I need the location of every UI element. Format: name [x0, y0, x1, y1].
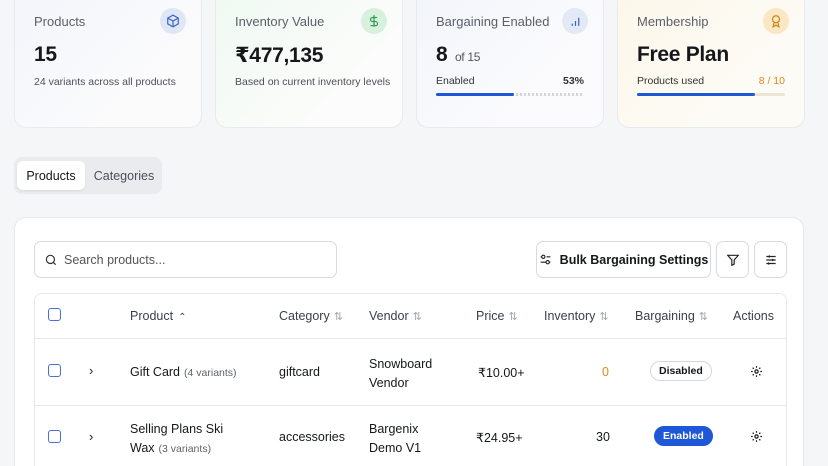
bargaining-stat-value: 8 of 15	[436, 43, 481, 66]
column-header-actions: Actions	[733, 309, 774, 323]
bargaining-progress-fill	[436, 93, 515, 96]
column-header-bargaining[interactable]: Bargaining ⇅	[635, 309, 708, 323]
membership-stat-label: Membership	[637, 14, 709, 29]
product-inventory: 30	[596, 430, 610, 444]
membership-progress-count: 8 / 10	[758, 75, 785, 87]
table-header-row: Product ⌃ Category ⇅ Vendor ⇅ Price ⇅ Invent…	[35, 294, 786, 339]
search-icon	[45, 254, 57, 265]
gear-icon[interactable]	[750, 430, 763, 448]
bargaining-stat-label: Bargaining Enabled	[436, 14, 550, 29]
sort-icon: ⇅	[508, 311, 518, 323]
product-category: accessories	[279, 430, 345, 444]
products-stat-label: Products	[34, 14, 86, 29]
membership-progress-fill	[637, 93, 756, 96]
tab-categories[interactable]: Categories	[88, 161, 160, 190]
award-icon	[763, 8, 789, 34]
membership-stat-card: Membership Free Plan Products used 8 / 1…	[617, 0, 805, 128]
bargaining-stat-card: Bargaining Enabled 8 of 15 Enabled 53%	[416, 0, 604, 128]
inventory-stat-sub: Based on current inventory levels	[235, 76, 391, 88]
table-row: › Gift Card (4 variants) giftcard Snowboa…	[35, 339, 786, 406]
bulk-bargaining-settings-button[interactable]: Bulk Bargaining Settings	[536, 241, 711, 278]
bargaining-progress-percent: 53%	[562, 75, 584, 87]
inventory-stat-label: Inventory Value	[235, 14, 325, 29]
membership-progress-bar	[637, 93, 785, 96]
filter-button[interactable]	[716, 241, 749, 278]
bulk-bargaining-settings-label: Bulk Bargaining Settings	[559, 252, 709, 267]
bargaining-status-badge[interactable]: Disabled	[650, 361, 712, 381]
row-checkbox[interactable]	[48, 430, 61, 443]
products-table: Product ⌃ Category ⇅ Vendor ⇅ Price ⇅ Invent…	[34, 293, 787, 466]
chevron-right-icon[interactable]: ›	[89, 363, 93, 378]
bargaining-progress-labels: Enabled 53%	[436, 75, 584, 87]
product-name[interactable]: Gift Card (4 variants)	[130, 365, 237, 379]
select-all-checkbox[interactable]	[48, 308, 61, 321]
search-box[interactable]	[34, 241, 337, 278]
bargaining-stat-total: of 15	[454, 50, 481, 64]
column-header-category[interactable]: Category ⇅	[279, 309, 343, 323]
bargaining-progress-label: Enabled	[436, 75, 475, 87]
stats-cards: Products 15 24 variants across all produ…	[0, 0, 828, 128]
bargaining-status-badge[interactable]: Enabled	[654, 426, 713, 446]
inventory-stat-value: ₹477,135	[235, 44, 324, 67]
bargaining-progress-bar	[436, 93, 584, 96]
product-price: ₹24.95+	[476, 431, 523, 445]
product-name[interactable]: Selling Plans Ski Wax (3 variants)	[130, 420, 223, 459]
sort-icon: ⇅	[412, 311, 422, 323]
inventory-stat-card: Inventory Value ₹477,135 Based on curren…	[215, 0, 403, 128]
search-input[interactable]	[64, 252, 314, 267]
table-row: › Selling Plans Ski Wax (3 variants) acces…	[35, 406, 786, 466]
sort-icon: ⇅	[698, 311, 708, 323]
gear-icon[interactable]	[750, 365, 763, 383]
filter-icon	[725, 254, 740, 266]
sort-icon: ⇅	[333, 311, 343, 323]
sliders-icon	[540, 254, 551, 265]
columns-settings-button[interactable]	[754, 241, 787, 278]
column-header-inventory[interactable]: Inventory ⇅	[544, 309, 609, 323]
products-stat-sub: 24 variants across all products	[34, 76, 176, 88]
bar-chart-icon	[562, 8, 588, 34]
variant-count: (4 variants)	[184, 367, 237, 379]
dollar-icon	[361, 8, 387, 34]
membership-stat-value: Free Plan	[637, 43, 729, 66]
products-stat-card: Products 15 24 variants across all produ…	[14, 0, 202, 128]
membership-progress-labels: Products used 8 / 10	[637, 75, 785, 87]
membership-progress-label: Products used	[637, 75, 705, 87]
products-stat-value: 15	[34, 43, 57, 66]
column-header-product[interactable]: Product ⌃	[130, 309, 186, 323]
sort-ascending-icon: ⌃	[178, 312, 187, 323]
product-category: giftcard	[279, 365, 320, 379]
product-inventory: 0	[602, 365, 609, 379]
adjustments-icon	[765, 254, 776, 265]
product-price: ₹10.00+	[478, 366, 525, 380]
products-panel: Bulk Bargaining Settings Product⌃ Catego…	[14, 217, 804, 466]
row-checkbox[interactable]	[48, 364, 61, 377]
chevron-right-icon[interactable]: ›	[89, 429, 93, 444]
box-icon	[160, 8, 186, 34]
sort-icon: ⇅	[599, 311, 609, 323]
column-header-vendor[interactable]: Vendor ⇅	[369, 309, 422, 323]
column-header-price[interactable]: Price ⇅	[476, 309, 518, 323]
variant-count: (3 variants)	[158, 443, 212, 455]
view-tabs: Products Categories	[14, 157, 162, 194]
product-vendor: Bargenix Demo V1	[369, 422, 422, 455]
tab-products[interactable]: Products	[17, 161, 85, 190]
product-vendor: Snowboard Vendor	[369, 357, 433, 390]
